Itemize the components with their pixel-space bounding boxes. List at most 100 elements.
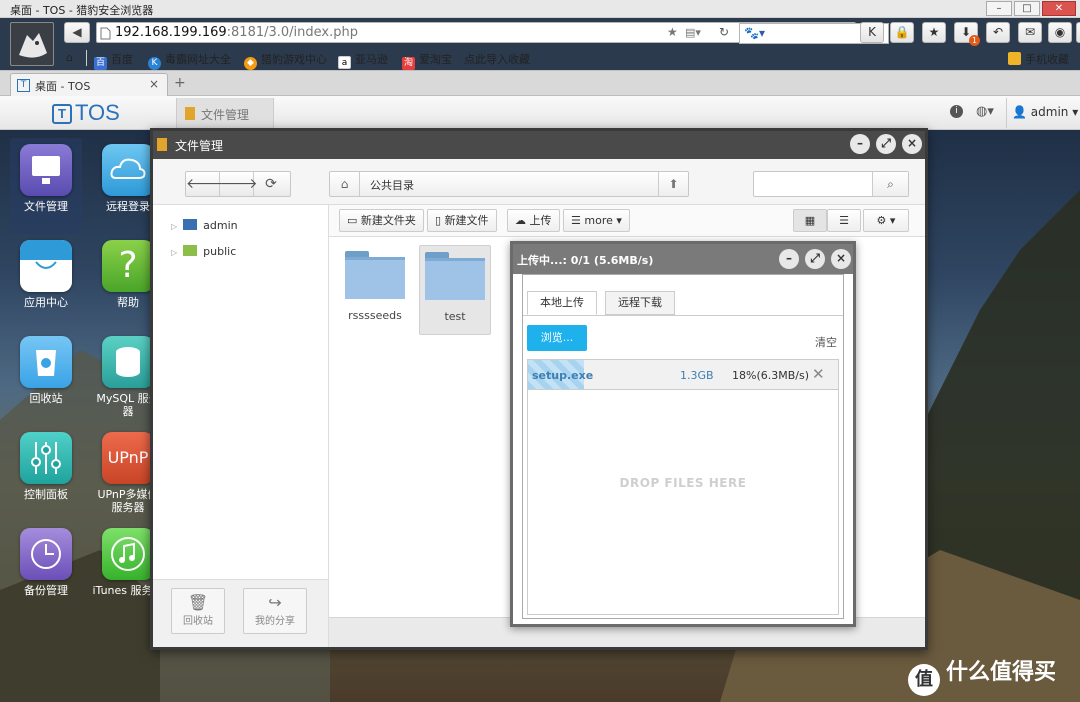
forward-arrow-icon[interactable]: 🡒 [220, 172, 258, 196]
close-window-button[interactable]: ✕ [1042, 1, 1076, 16]
search-engine-icon[interactable]: 🐾▾ [744, 26, 765, 40]
bookmark-duba[interactable]: K 毒霸网址大全 [148, 51, 231, 70]
window-title: 文件管理 [175, 139, 224, 153]
folder-item[interactable]: test [419, 245, 491, 335]
close-icon[interactable]: × [831, 249, 851, 269]
maximize-window-button[interactable]: □ [1014, 1, 1040, 16]
undo-icon[interactable]: ↶ [986, 22, 1010, 43]
window-title: 桌面 - TOS - 猎豹安全浏览器 [10, 4, 154, 17]
mode-dropdown-icon[interactable]: ▤▾ [685, 26, 701, 39]
settings-dropdown-icon[interactable]: ⚙ ▾ [863, 209, 909, 232]
upload-dialog: 上传中...: 0/1 (5.6MB/s) – ⤢ × 本地上传 远程下载 浏览… [510, 241, 856, 627]
app-backup[interactable]: 备份管理 [10, 528, 82, 597]
cancel-upload-icon[interactable]: ✕ [812, 365, 825, 383]
k-icon[interactable]: K [860, 22, 884, 43]
refresh-icon[interactable]: ⟳ [254, 172, 288, 196]
app-control-panel[interactable]: 控制面板 [10, 432, 82, 501]
tab-remote-download[interactable]: 远程下载 [605, 291, 675, 315]
tos-favicon-icon: T [17, 79, 30, 92]
app-recycle-bin[interactable]: 回收站 [10, 336, 82, 405]
list-view-icon[interactable]: ☰ [827, 209, 861, 232]
folder-icon [425, 252, 485, 300]
tab-strip: T 桌面 - TOS × + [0, 70, 1080, 96]
clock-icon [20, 528, 72, 580]
tab-tos-desktop[interactable]: T 桌面 - TOS × [10, 73, 168, 96]
new-tab-button[interactable]: + [174, 75, 186, 91]
taskbar-file-manager[interactable]: 文件管理 [176, 98, 274, 129]
amazon-icon: a [338, 56, 351, 69]
bookmark-game-center[interactable]: ◆ 猎豹游戏中心 [244, 51, 327, 70]
music-note-icon [102, 528, 154, 580]
bookmark-taobao[interactable]: 淘爱淘宝 [402, 51, 452, 70]
tree-node-public[interactable]: ▷ public [171, 245, 236, 258]
back-arrow-icon[interactable]: 🡐 [186, 172, 224, 196]
browse-button[interactable]: 浏览... [527, 325, 587, 351]
menu-icon[interactable]: ≡ [1076, 22, 1080, 43]
globe-icon[interactable]: ◍▾ [976, 104, 994, 119]
minimize-window-button[interactable]: – [986, 1, 1012, 16]
info-icon[interactable]: i [950, 105, 963, 118]
home-icon[interactable]: ⌂ [66, 51, 73, 64]
favorite-icon[interactable]: ★ [922, 22, 946, 43]
refresh-icon[interactable]: ↻ [719, 25, 729, 39]
file-search-input[interactable]: ⌕ [753, 171, 909, 197]
upload-title-bar[interactable]: 上传中...: 0/1 (5.6MB/s) – ⤢ × [513, 244, 853, 274]
cloud-upload-icon: ☁ [515, 214, 526, 227]
file-toolbar: ▭ 新建文件夹 ▯ 新建文件 ☁ 上传 ☰ more ▾ ▦ ☰ ⚙ ▾ [329, 205, 925, 237]
tree-node-admin[interactable]: ▷ admin [171, 219, 238, 232]
lock-icon[interactable]: 🔒 [890, 22, 914, 43]
tab-local-upload[interactable]: 本地上传 [527, 291, 597, 315]
path-segment[interactable]: 公共目录 [370, 177, 414, 193]
bookmark-baidu[interactable]: 百百度 [94, 51, 133, 70]
bookmark-import[interactable]: 点此导入收藏 [464, 51, 530, 67]
minimize-icon[interactable]: – [779, 249, 799, 269]
new-folder-button[interactable]: ▭ 新建文件夹 [339, 209, 424, 232]
up-arrow-icon[interactable]: ⬆ [658, 172, 688, 196]
close-tab-icon[interactable]: × [149, 77, 159, 91]
download-badge: 1 [969, 35, 980, 46]
maximize-icon[interactable]: ⤢ [876, 134, 896, 154]
home-icon[interactable]: ⌂ [330, 172, 360, 196]
path-bar[interactable]: ⌂ 公共目录 ⬆ [329, 171, 689, 197]
url-text[interactable]: 192.168.199.169:8181/3.0/index.php [115, 25, 358, 40]
game-icon[interactable]: ◉ [1048, 22, 1072, 43]
grid-view-icon[interactable]: ▦ [793, 209, 827, 232]
upnp-icon: UPnP [102, 432, 154, 484]
download-icon[interactable]: ⬇ 1 [954, 22, 980, 46]
folder-tree: ▷ admin ▷ public [153, 205, 329, 579]
taobao-icon: 淘 [402, 57, 415, 70]
more-button[interactable]: ☰ more ▾ [563, 209, 630, 232]
file-manager-navbar: 🡐🡒 ⟳ ⌂ 公共目录 ⬆ ⌕ [153, 159, 925, 205]
app-app-center[interactable]: 应用中心 [10, 240, 82, 309]
search-icon[interactable]: ⌕ [872, 172, 908, 196]
public-folder-icon [183, 245, 198, 256]
bookmark-mobile[interactable]: 手机收藏 [1008, 51, 1069, 67]
sidebar-bottom: 🗑 回收站 ↪ 我的分享 [153, 579, 329, 647]
share-icon: ↪ [268, 593, 282, 612]
upload-button[interactable]: ☁ 上传 [507, 209, 560, 232]
minimize-icon[interactable]: – [850, 134, 870, 154]
drop-zone-hint[interactable]: DROP FILES HERE [528, 476, 838, 490]
file-manager-title-bar[interactable]: 文件管理 – ⤢ × [153, 131, 925, 159]
user-menu[interactable]: 👤 admin ▾ [1012, 105, 1078, 119]
mail-icon[interactable]: ✉ [1018, 22, 1042, 43]
address-bar[interactable]: 192.168.199.169:8181/3.0/index.php ★ ▤▾ … [96, 22, 889, 44]
star-icon[interactable]: ★ [667, 25, 678, 39]
maximize-icon[interactable]: ⤢ [805, 249, 825, 269]
new-file-button[interactable]: ▯ 新建文件 [427, 209, 497, 232]
tos-logo: T TOS [52, 100, 120, 126]
file-size: 1.3GB [680, 369, 714, 382]
file-icon: ▯ [435, 214, 442, 227]
browser-logo-icon[interactable] [10, 22, 54, 66]
close-icon[interactable]: × [902, 134, 922, 154]
app-file-manager[interactable]: 文件管理 [10, 138, 82, 234]
clear-link[interactable]: 清空 [815, 334, 837, 350]
folder-item[interactable]: rsssseeds [339, 245, 411, 335]
user-folder-icon [183, 219, 198, 230]
game-center-icon: ◆ [244, 57, 257, 70]
back-button[interactable]: ◀ [64, 22, 90, 43]
bookmark-amazon[interactable]: a 亚马逊 [338, 51, 388, 69]
recycle-bin-button[interactable]: 🗑 回收站 [171, 588, 225, 634]
page-icon [100, 27, 111, 40]
my-share-button[interactable]: ↪ 我的分享 [243, 588, 307, 634]
